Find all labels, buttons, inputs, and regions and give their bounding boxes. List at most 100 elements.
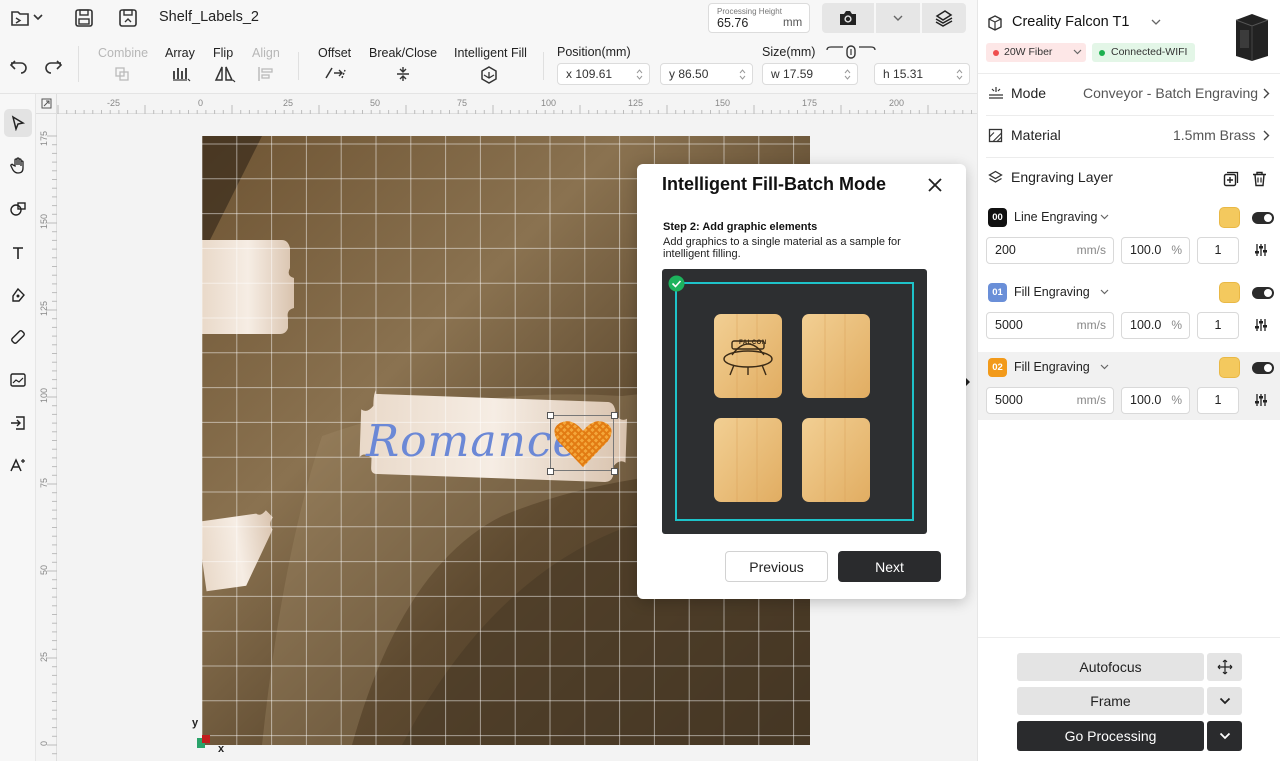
layer-name[interactable]: Line Engraving: [1014, 210, 1097, 224]
frame-button[interactable]: Frame: [1017, 687, 1204, 715]
redo-icon[interactable]: [43, 58, 63, 74]
stepper-icon[interactable]: [956, 69, 963, 80]
material-row[interactable]: Material 1.5mm Brass: [978, 116, 1280, 157]
resize-handle[interactable]: [547, 412, 554, 419]
speed-input[interactable]: 5000 mm/s: [986, 387, 1114, 414]
save-as-icon[interactable]: [118, 8, 138, 28]
power-input[interactable]: 100.0%: [1121, 387, 1190, 414]
import-tool[interactable]: [4, 409, 32, 437]
laser-module-select[interactable]: 20W Fiber: [986, 43, 1086, 62]
layer-color-swatch[interactable]: [1219, 282, 1240, 303]
power-value[interactable]: 100.0: [1130, 393, 1161, 407]
layer-row[interactable]: 01 Fill Engraving 5000 mm/s 100.0% 1: [978, 277, 1280, 353]
resize-handle[interactable]: [547, 468, 554, 475]
chevron-down-icon[interactable]: [1100, 214, 1109, 220]
speed-value[interactable]: 5000: [995, 393, 1023, 407]
next-button[interactable]: Next: [838, 551, 941, 582]
y-value[interactable]: 86.50: [678, 67, 708, 81]
power-input[interactable]: 100.0%: [1121, 312, 1190, 339]
heart-graphic[interactable]: [547, 412, 618, 475]
image-tool[interactable]: [4, 366, 32, 394]
stepper-icon[interactable]: [844, 69, 851, 80]
align-icon[interactable]: [257, 65, 275, 83]
select-tool[interactable]: [4, 109, 32, 137]
passes-input[interactable]: 1: [1197, 312, 1239, 339]
speed-value[interactable]: 200: [995, 243, 1016, 257]
processing-height-value[interactable]: 65.76: [717, 16, 748, 30]
resize-handle[interactable]: [611, 412, 618, 419]
measure-tool[interactable]: [4, 323, 32, 351]
size-w-field[interactable]: w 17.59: [762, 63, 858, 85]
speed-value[interactable]: 5000: [995, 318, 1023, 332]
text-tool[interactable]: [4, 239, 32, 267]
power-value[interactable]: 100.0: [1130, 318, 1161, 332]
power-input[interactable]: 100.0%: [1121, 237, 1190, 264]
design-text[interactable]: Romance: [366, 416, 580, 467]
device-name[interactable]: Creality Falcon T1: [1012, 14, 1129, 30]
sliders-icon[interactable]: [1254, 243, 1268, 257]
stepper-icon[interactable]: [636, 69, 643, 80]
camera-button[interactable]: [822, 3, 874, 33]
pen-tool[interactable]: [4, 281, 32, 309]
undo-icon[interactable]: [9, 58, 29, 74]
flip-icon[interactable]: [214, 65, 236, 83]
speed-input[interactable]: 200 mm/s: [986, 237, 1114, 264]
layer-visibility-toggle[interactable]: [1252, 212, 1274, 224]
layer-name[interactable]: Fill Engraving: [1014, 360, 1090, 374]
offset-icon[interactable]: [324, 66, 346, 80]
power-value[interactable]: 100.0: [1130, 243, 1161, 257]
close-icon[interactable]: [926, 176, 944, 194]
go-processing-button[interactable]: Go Processing: [1017, 721, 1204, 751]
save-icon[interactable]: [74, 8, 94, 28]
camera-dropdown-button[interactable]: [876, 3, 920, 33]
chevron-down-icon[interactable]: [1100, 289, 1109, 295]
aspect-lock-icon[interactable]: [826, 44, 878, 60]
passes-value[interactable]: 1: [1215, 318, 1222, 332]
ai-tool[interactable]: [4, 451, 32, 479]
layer-row[interactable]: 00 Line Engraving 200 mm/s 100.0% 1: [978, 202, 1280, 278]
x-value[interactable]: 109.61: [575, 67, 612, 81]
size-h-field[interactable]: h 15.31: [874, 63, 970, 85]
layer-visibility-toggle[interactable]: [1252, 362, 1274, 374]
layer-color-swatch[interactable]: [1219, 207, 1240, 228]
combine-icon[interactable]: [114, 66, 130, 82]
shapes-tool[interactable]: [4, 195, 32, 223]
w-value[interactable]: 17.59: [783, 67, 813, 81]
layer-visibility-toggle[interactable]: [1252, 287, 1274, 299]
resize-handle[interactable]: [611, 468, 618, 475]
layer-color-swatch[interactable]: [1219, 357, 1240, 378]
intelligent-fill-icon[interactable]: [479, 65, 499, 85]
speed-input[interactable]: 5000 mm/s: [986, 312, 1114, 339]
position-x-field[interactable]: x 109.61: [557, 63, 650, 85]
sliders-icon[interactable]: [1254, 393, 1268, 407]
array-icon[interactable]: [171, 65, 191, 83]
sliders-icon[interactable]: [1254, 318, 1268, 332]
chevron-down-icon[interactable]: [1151, 19, 1161, 26]
conveyor-button[interactable]: [922, 3, 966, 33]
frame-dropdown-button[interactable]: [1207, 687, 1242, 715]
passes-value[interactable]: 1: [1215, 243, 1222, 257]
chevron-down-icon[interactable]: [1100, 364, 1109, 370]
layer-name[interactable]: Fill Engraving: [1014, 285, 1090, 299]
previous-button[interactable]: Previous: [725, 551, 828, 582]
passes-input[interactable]: 1: [1197, 387, 1239, 414]
folder-menu-icon[interactable]: [10, 8, 44, 28]
passes-value[interactable]: 1: [1215, 393, 1222, 407]
add-layer-icon[interactable]: [1223, 171, 1239, 187]
mode-row[interactable]: Mode Conveyor - Batch Engraving: [978, 74, 1280, 115]
trash-icon[interactable]: [1252, 171, 1267, 187]
fit-view-button[interactable]: [36, 94, 57, 114]
processing-height-field[interactable]: Processing Height 65.76 mm: [708, 3, 810, 33]
passes-input[interactable]: 1: [1197, 237, 1239, 264]
ruler-tick-label: 125: [39, 300, 49, 316]
move-button[interactable]: [1207, 653, 1242, 681]
stepper-icon[interactable]: [739, 69, 746, 80]
pan-tool[interactable]: [4, 152, 32, 180]
layer-row[interactable]: 02 Fill Engraving 5000 mm/s 100.0% 1: [978, 352, 1280, 420]
processing-dropdown-button[interactable]: [1207, 721, 1242, 751]
file-name[interactable]: Shelf_Labels_2: [159, 9, 259, 25]
break-close-icon[interactable]: [395, 65, 411, 83]
position-y-field[interactable]: y 86.50: [660, 63, 753, 85]
autofocus-button[interactable]: Autofocus: [1017, 653, 1204, 681]
h-value[interactable]: 15.31: [893, 67, 923, 81]
